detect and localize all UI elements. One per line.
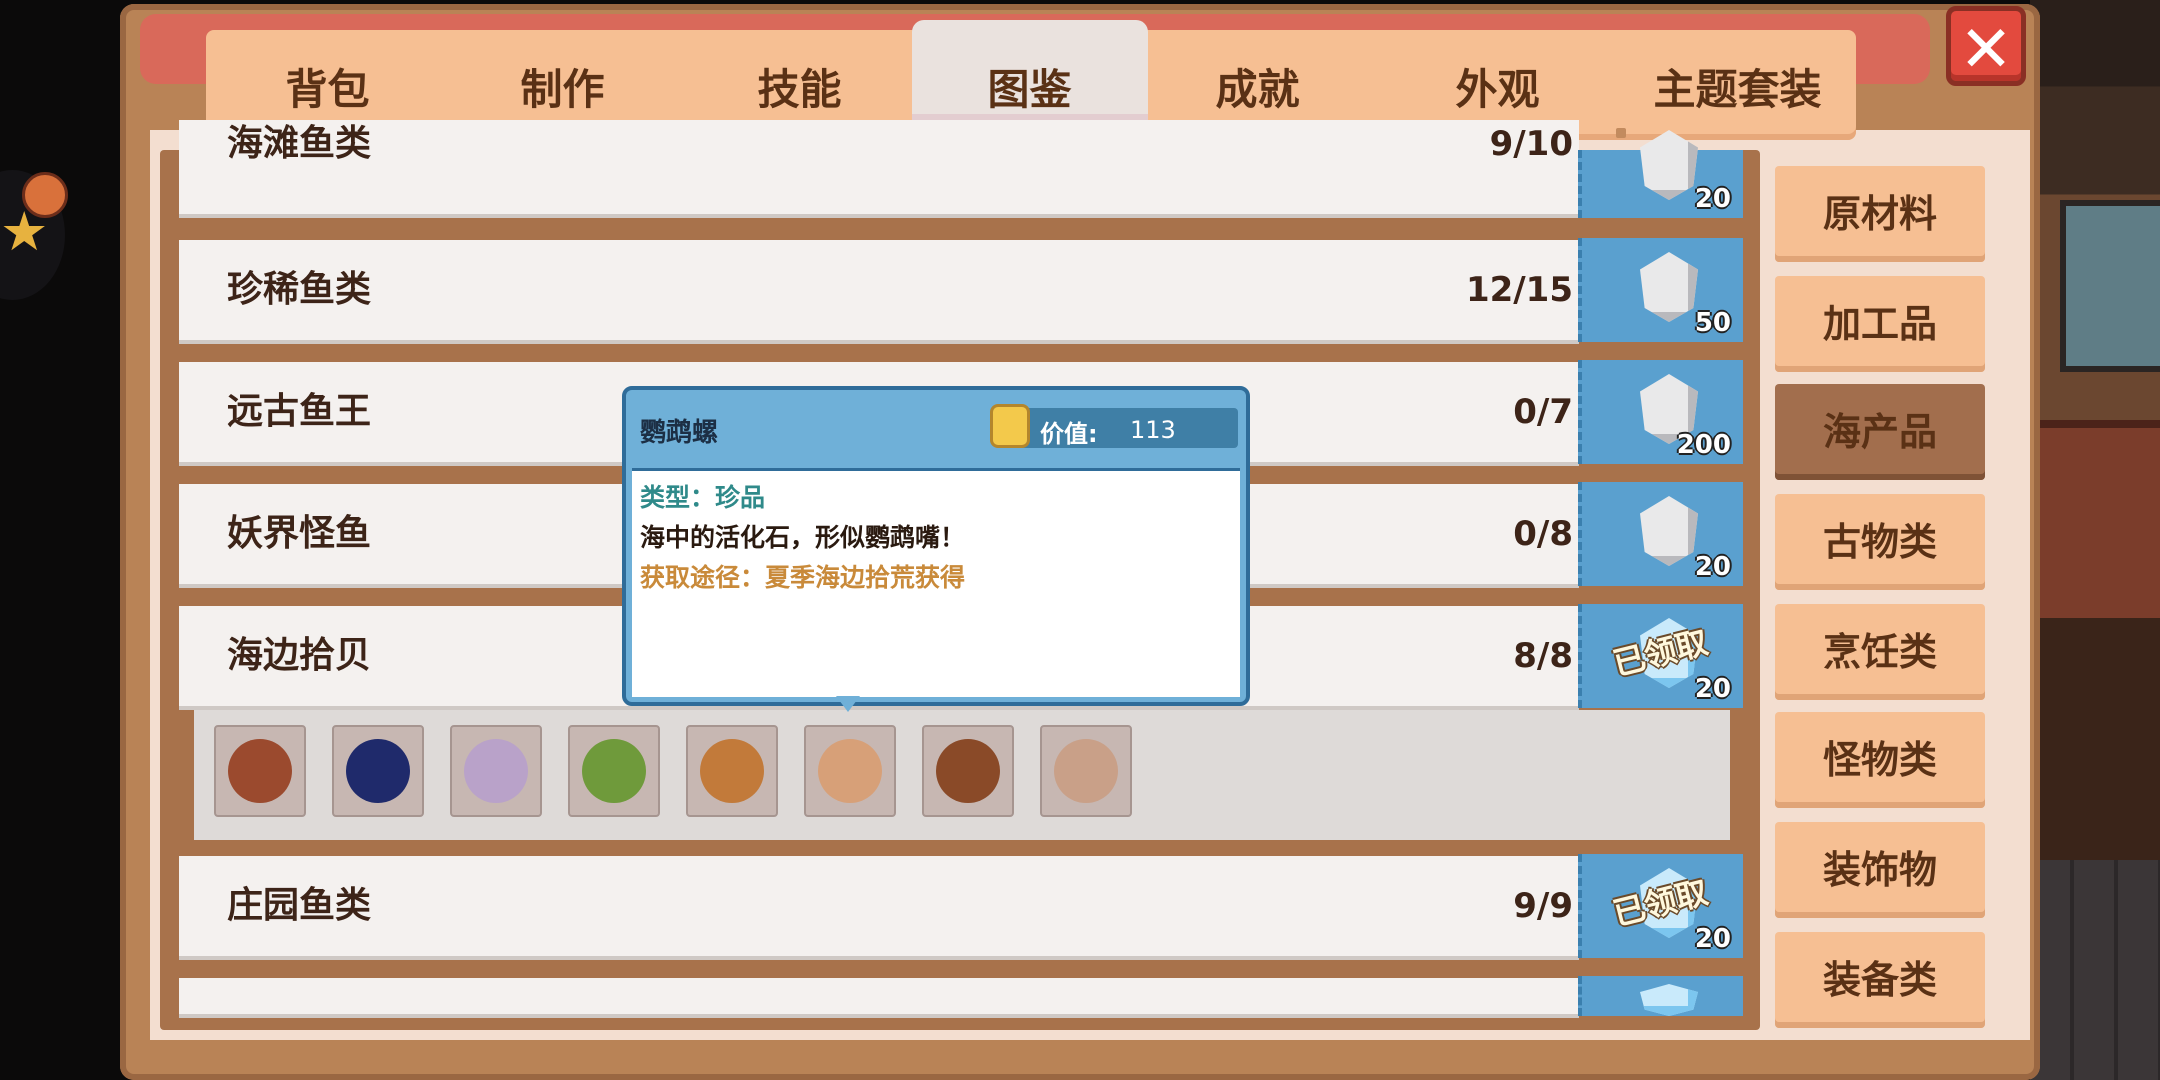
row-name: 远古鱼王	[227, 391, 372, 432]
row-name: 海边拾贝	[227, 635, 372, 676]
row-count: 8/8	[1513, 636, 1573, 676]
item-slot[interactable]	[804, 725, 896, 817]
item-slot[interactable]	[922, 725, 1014, 817]
row-name: 庄园鱼类	[227, 885, 372, 926]
list-item[interactable]	[179, 978, 1579, 1018]
row-name: 海滩鱼类	[227, 123, 372, 164]
category-cooking[interactable]: 烹饪类	[1775, 604, 1985, 700]
category-processed[interactable]: 加工品	[1775, 276, 1985, 372]
reward-amount: 20	[1694, 674, 1731, 704]
reward-amount: 20	[1694, 924, 1731, 954]
scallop-icon	[818, 739, 882, 803]
row-count: 9/9	[1513, 886, 1573, 926]
category-monsters[interactable]: 怪物类	[1775, 712, 1985, 808]
tooltip-value: 113	[1130, 416, 1176, 444]
item-slot[interactable]	[686, 725, 778, 817]
tab-theme-sets[interactable]: 主题套装	[1640, 30, 1835, 140]
tooltip-value-box	[1000, 408, 1238, 448]
row-count: 9/10	[1489, 124, 1573, 164]
list-item[interactable]: 珍稀鱼类 12/15	[179, 240, 1579, 344]
reward-amount: 20	[1694, 184, 1731, 214]
reward-button[interactable]	[1578, 976, 1743, 1016]
reward-button[interactable]: 200	[1578, 360, 1743, 464]
sea-urchin-icon	[346, 739, 410, 803]
reward-amount: 200	[1676, 430, 1731, 460]
row-name: 珍稀鱼类	[227, 269, 372, 310]
tooltip-source: 获取途径：夏季海边拾荒获得	[640, 563, 966, 592]
category-seafood[interactable]: 海产品	[1775, 384, 1985, 480]
reward-button[interactable]: 50	[1578, 238, 1743, 342]
item-slot[interactable]	[332, 725, 424, 817]
coral-icon	[1054, 739, 1118, 803]
tooltip-description: 海中的活化石，形似鹦鹉嘴！	[640, 523, 966, 552]
category-equipment[interactable]: 装备类	[1775, 932, 1985, 1028]
list-item[interactable]: 海滩鱼类 9/10	[179, 120, 1579, 218]
tooltip-value-label: 价值:	[1040, 420, 1098, 448]
shell-spiral-icon	[228, 739, 292, 803]
item-slot[interactable]	[1040, 725, 1132, 817]
tooltip-title: 鹦鹉螺	[640, 418, 719, 448]
reward-amount: 50	[1694, 308, 1731, 338]
category-raw-materials[interactable]: 原材料	[1775, 166, 1985, 262]
crystal-icon	[1640, 496, 1698, 566]
reward-claimed: 已领取 20	[1578, 854, 1743, 958]
item-slot[interactable]	[214, 725, 306, 817]
item-grid	[194, 710, 1730, 840]
tooltip-type: 类型：珍品	[640, 483, 766, 512]
scene-furniture	[2040, 420, 2160, 618]
coin-icon	[990, 404, 1030, 448]
row-count: 0/8	[1513, 514, 1573, 554]
pearl-shell-icon	[464, 739, 528, 803]
reward-amount: 20	[1694, 552, 1731, 582]
reward-claimed: 已领取 20	[1578, 604, 1743, 708]
category-decorations[interactable]: 装饰物	[1775, 822, 1985, 918]
close-button[interactable]: ✕	[1946, 6, 2026, 87]
tab-separator	[1616, 128, 1626, 138]
crystal-icon	[1640, 252, 1698, 322]
scene-window	[2060, 200, 2160, 372]
item-slot[interactable]	[568, 725, 660, 817]
category-antiques[interactable]: 古物类	[1775, 494, 1985, 590]
star-icon: ★	[0, 200, 49, 263]
list-item[interactable]: 庄园鱼类 9/9	[179, 856, 1579, 960]
row-name: 妖界怪鱼	[227, 513, 372, 554]
scene-floor	[2030, 860, 2160, 1080]
row-count: 12/15	[1465, 270, 1573, 310]
crystal-icon	[1640, 984, 1698, 1016]
item-slot[interactable]	[450, 725, 542, 817]
reward-button[interactable]: 20	[1578, 482, 1743, 586]
reward-button[interactable]: 20	[1578, 130, 1743, 218]
conch-icon	[936, 739, 1000, 803]
green-leaf-shell-icon	[582, 739, 646, 803]
row-count: 0/7	[1513, 392, 1573, 432]
nautilus-icon	[700, 739, 764, 803]
